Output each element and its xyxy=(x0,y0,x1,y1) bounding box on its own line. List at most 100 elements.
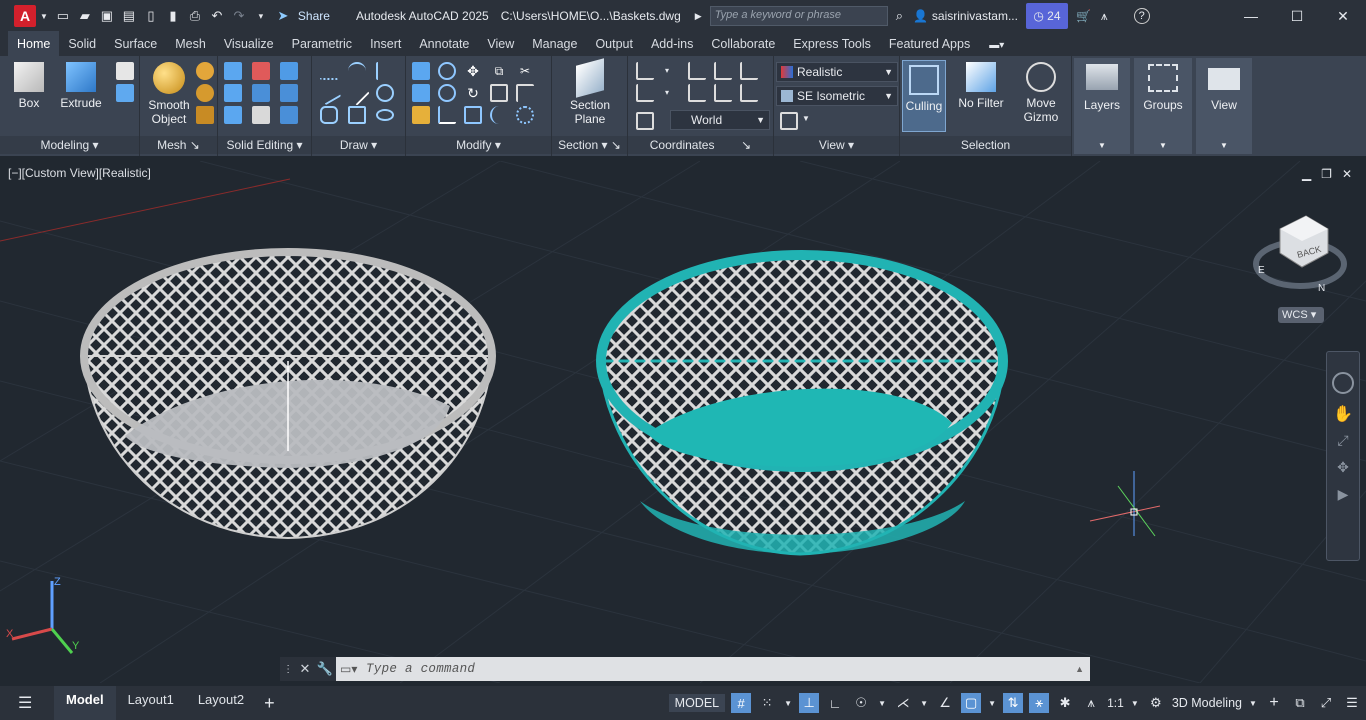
ucs-previous-icon[interactable] xyxy=(688,84,706,102)
chevron-down-icon[interactable]: ▾ xyxy=(662,84,672,102)
move-gizmo-button[interactable]: Move Gizmo xyxy=(1014,60,1068,124)
minimize-viewport-icon[interactable]: ▁ xyxy=(1302,167,1311,181)
chevron-up-icon[interactable]: ▲ xyxy=(1075,664,1084,674)
ucs-world-icon[interactable] xyxy=(688,62,706,80)
ucs-dropdown[interactable]: World ▼ xyxy=(670,110,770,130)
application-menu-button[interactable]: A xyxy=(14,5,36,27)
chamfer-icon[interactable] xyxy=(516,84,534,102)
selection-cycling-icon[interactable]: ⚹ xyxy=(1029,693,1050,713)
model-space-toggle[interactable]: MODEL xyxy=(668,694,726,712)
orbit-icon[interactable]: ✥ xyxy=(1327,459,1359,476)
add-layout-icon[interactable]: + xyxy=(264,693,275,714)
join-icon[interactable] xyxy=(490,106,508,124)
tab-annotate[interactable]: Annotate xyxy=(410,33,478,56)
extract-edges-icon[interactable] xyxy=(280,84,298,102)
groups-button[interactable]: Groups ▼ xyxy=(1134,58,1192,154)
settings-gear-icon[interactable]: ⚙ xyxy=(1146,693,1166,713)
stretch-icon[interactable] xyxy=(464,106,482,124)
fillet-edge-icon[interactable] xyxy=(224,106,242,124)
autodesk-account-icon[interactable]: ⩚ xyxy=(1101,9,1108,24)
view-preset-dropdown[interactable]: SE Isometric ▼ xyxy=(776,86,898,106)
new-file-icon[interactable]: ▭ xyxy=(54,7,72,25)
tab-surface[interactable]: Surface xyxy=(105,33,166,56)
tab-layout1[interactable]: Layout1 xyxy=(116,686,186,720)
tab-insert[interactable]: Insert xyxy=(361,33,410,56)
presspull-icon[interactable] xyxy=(116,62,134,80)
revolve-icon[interactable] xyxy=(116,84,134,102)
object-snap-icon[interactable]: ▢ xyxy=(961,693,982,713)
polygon-icon[interactable] xyxy=(320,106,338,124)
save-web-icon[interactable]: ▮ xyxy=(164,7,182,25)
smooth-object-button[interactable]: Smooth Object xyxy=(144,60,194,126)
viewport-config-icon[interactable] xyxy=(780,112,798,130)
tab-add-ins[interactable]: Add-ins xyxy=(642,33,702,56)
explode-icon[interactable] xyxy=(516,106,534,124)
annotation-visibility-icon[interactable]: ⩚ xyxy=(1081,693,1101,713)
panel-title-draw[interactable]: Draw ▾ xyxy=(312,136,405,154)
ribbon-extra-toggle-icon[interactable]: ▬▾ xyxy=(989,40,1004,56)
panel-title-solid-editing[interactable]: Solid Editing ▾ xyxy=(218,136,311,154)
section-plane-button[interactable]: Section Plane xyxy=(562,58,618,126)
tab-express-tools[interactable]: Express Tools xyxy=(784,33,880,56)
line-icon[interactable] xyxy=(316,80,342,106)
interfere-icon[interactable] xyxy=(252,84,270,102)
tab-visualize[interactable]: Visualize xyxy=(215,33,283,56)
subtract-icon[interactable] xyxy=(252,62,270,80)
undo-icon[interactable]: ↶ xyxy=(208,7,226,25)
chevron-down-icon[interactable]: ▼ xyxy=(877,693,887,713)
array-icon[interactable] xyxy=(438,62,456,80)
tab-model[interactable]: Model xyxy=(54,686,116,720)
chevron-right-icon[interactable]: ▶ xyxy=(695,11,702,22)
redo-icon[interactable]: ↷ xyxy=(230,7,248,25)
chevron-down-icon[interactable]: ▼ xyxy=(987,693,997,713)
shell-icon[interactable] xyxy=(252,106,270,124)
box-button[interactable]: Box xyxy=(8,60,50,110)
intersect-icon[interactable] xyxy=(224,84,242,102)
menu-icon[interactable]: ☰ xyxy=(18,693,42,713)
scale-icon[interactable] xyxy=(490,84,508,102)
line-2-icon[interactable] xyxy=(344,80,370,106)
tab-view[interactable]: View xyxy=(478,33,523,56)
panel-title-view[interactable]: View ▾ xyxy=(774,136,899,154)
panel-title-mesh[interactable]: Mesh ↘ xyxy=(140,136,217,154)
erase-icon[interactable] xyxy=(412,106,430,124)
gizmo-icon[interactable]: ✱ xyxy=(1055,693,1075,713)
snap-icon[interactable]: ⁙ xyxy=(757,693,777,713)
offset-icon[interactable] xyxy=(438,84,456,102)
chevron-down-icon[interactable]: ▼ xyxy=(783,693,793,713)
workspace-switch[interactable]: 3D Modeling xyxy=(1172,696,1242,710)
refine-mesh-icon[interactable] xyxy=(196,106,214,124)
annotation-scale[interactable]: 1:1 xyxy=(1107,696,1124,710)
zoom-icon[interactable]: ⤢ xyxy=(1327,432,1359,449)
arc-icon[interactable] xyxy=(348,62,366,80)
smooth-less-icon[interactable] xyxy=(196,84,214,102)
plus-annotation-icon[interactable]: + xyxy=(1264,693,1284,713)
open-folder-icon[interactable]: ▰ xyxy=(76,7,94,25)
panel-title-modeling[interactable]: Modeling ▾ xyxy=(0,136,139,154)
save-as-icon[interactable]: ▤ xyxy=(120,7,138,25)
chevron-down-icon[interactable]: ▼ xyxy=(1130,693,1140,713)
layers-button[interactable]: Layers ▼ xyxy=(1074,58,1130,154)
polar-tracking-icon[interactable]: ☉ xyxy=(851,693,871,713)
separate-icon[interactable] xyxy=(280,106,298,124)
chevron-down-icon[interactable]: ▾ xyxy=(662,62,672,80)
tab-parametric[interactable]: Parametric xyxy=(283,33,361,56)
isodraft-icon[interactable]: ⋌ xyxy=(893,693,913,713)
tab-layout2[interactable]: Layout2 xyxy=(186,686,256,720)
ucs-icon-properties[interactable] xyxy=(636,112,654,130)
union-icon[interactable] xyxy=(224,62,242,80)
close-viewport-icon[interactable]: ✕ xyxy=(1342,167,1352,181)
view-button[interactable]: View ▼ xyxy=(1196,58,1252,154)
viewport-label[interactable]: [−][Custom View][Realistic] xyxy=(8,166,151,180)
customize-wrench-icon[interactable]: 🔧 xyxy=(317,661,333,677)
mirror-icon[interactable] xyxy=(412,62,430,80)
viewport-canvas[interactable]: Z X Y BACK E N xyxy=(0,161,1366,683)
tab-collaborate[interactable]: Collaborate xyxy=(702,33,784,56)
infer-constraints-icon[interactable]: ⊥ xyxy=(799,693,820,713)
no-filter-button[interactable]: No Filter xyxy=(954,60,1008,110)
tab-solid[interactable]: Solid xyxy=(59,33,105,56)
circle-icon[interactable] xyxy=(376,84,394,102)
pan-icon[interactable]: ✋ xyxy=(1327,404,1359,424)
search-icon[interactable]: ⌕ xyxy=(896,8,903,24)
ucs-view-icon[interactable] xyxy=(636,84,654,102)
